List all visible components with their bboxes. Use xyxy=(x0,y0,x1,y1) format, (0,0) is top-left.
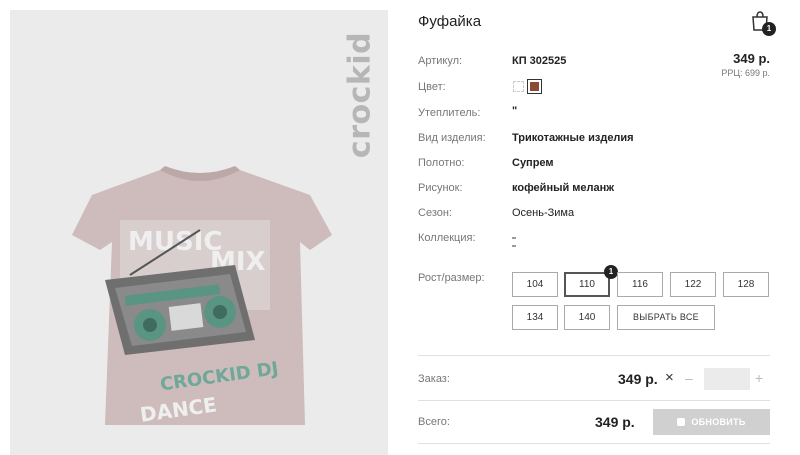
total-price: 349 р. xyxy=(595,414,635,430)
size-selected-badge: 1 xyxy=(604,265,618,279)
divider xyxy=(418,400,770,401)
size-label: Рост/размер: xyxy=(418,272,485,284)
spec-value-collection xyxy=(512,237,516,247)
size-128-button[interactable]: 128 xyxy=(723,272,769,297)
spec-value-insulation: " xyxy=(512,105,518,117)
spec-label-article: Артикул: xyxy=(418,55,463,67)
size-134-button[interactable]: 134 xyxy=(512,305,558,330)
divider xyxy=(418,443,770,444)
spec-label-product-type: Вид изделия: xyxy=(418,132,486,144)
order-label: Заказ: xyxy=(418,373,450,385)
spec-label-color: Цвет: xyxy=(418,81,446,93)
product-title: Фуфайка xyxy=(418,13,482,30)
increase-quantity-button[interactable]: + xyxy=(755,370,763,386)
close-icon[interactable]: × xyxy=(665,369,674,386)
spec-value-article: КП 302525 xyxy=(512,55,567,67)
rrp-price: РРЦ: 699 р. xyxy=(721,68,770,78)
spec-label-season: Сезон: xyxy=(418,207,452,219)
price: 349 р. xyxy=(733,51,770,66)
spec-value-fabric: Супрем xyxy=(512,157,554,169)
total-label: Всего: xyxy=(418,416,450,428)
update-button[interactable]: ОБНОВИТЬ xyxy=(653,409,770,435)
svg-text:MUSIC: MUSIC xyxy=(128,227,222,257)
cart-button[interactable]: 1 xyxy=(750,10,776,36)
order-price: 349 р. xyxy=(618,371,658,387)
spec-value-season: Осень-Зима xyxy=(512,207,575,219)
spec-label-collection: Коллекция: xyxy=(418,232,476,244)
tshirt-image: MUSIC MIX CROCKID DJ DANCE xyxy=(72,166,332,427)
product-image[interactable]: MUSIC MIX CROCKID DJ DANCE xyxy=(10,10,388,455)
color-swatch-brown[interactable] xyxy=(527,79,542,94)
spec-value-pattern: кофейный меланж xyxy=(512,182,615,194)
size-122-button[interactable]: 122 xyxy=(670,272,716,297)
spec-value-product-type: Трикотажные изделия xyxy=(512,132,634,144)
size-116-button[interactable]: 116 xyxy=(617,272,663,297)
select-all-sizes-button[interactable]: ВЫБРАТЬ ВСЕ xyxy=(617,305,715,330)
decrease-quantity-button[interactable]: – xyxy=(685,370,693,386)
brand-logo: crockid xyxy=(342,31,378,159)
size-104-button[interactable]: 104 xyxy=(512,272,558,297)
size-110-button[interactable]: 110 xyxy=(564,272,610,297)
color-swatch-white[interactable] xyxy=(513,81,524,92)
spec-label-pattern: Рисунок: xyxy=(418,182,463,194)
quantity-input[interactable] xyxy=(704,368,750,390)
spec-label-insulation: Утеплитель: xyxy=(418,107,481,119)
update-button-label: ОБНОВИТЬ xyxy=(691,417,746,427)
size-140-button[interactable]: 140 xyxy=(564,305,610,330)
divider xyxy=(418,355,770,356)
cart-count-badge: 1 xyxy=(762,22,776,36)
refresh-icon xyxy=(677,418,686,426)
spec-label-fabric: Полотно: xyxy=(418,157,465,169)
